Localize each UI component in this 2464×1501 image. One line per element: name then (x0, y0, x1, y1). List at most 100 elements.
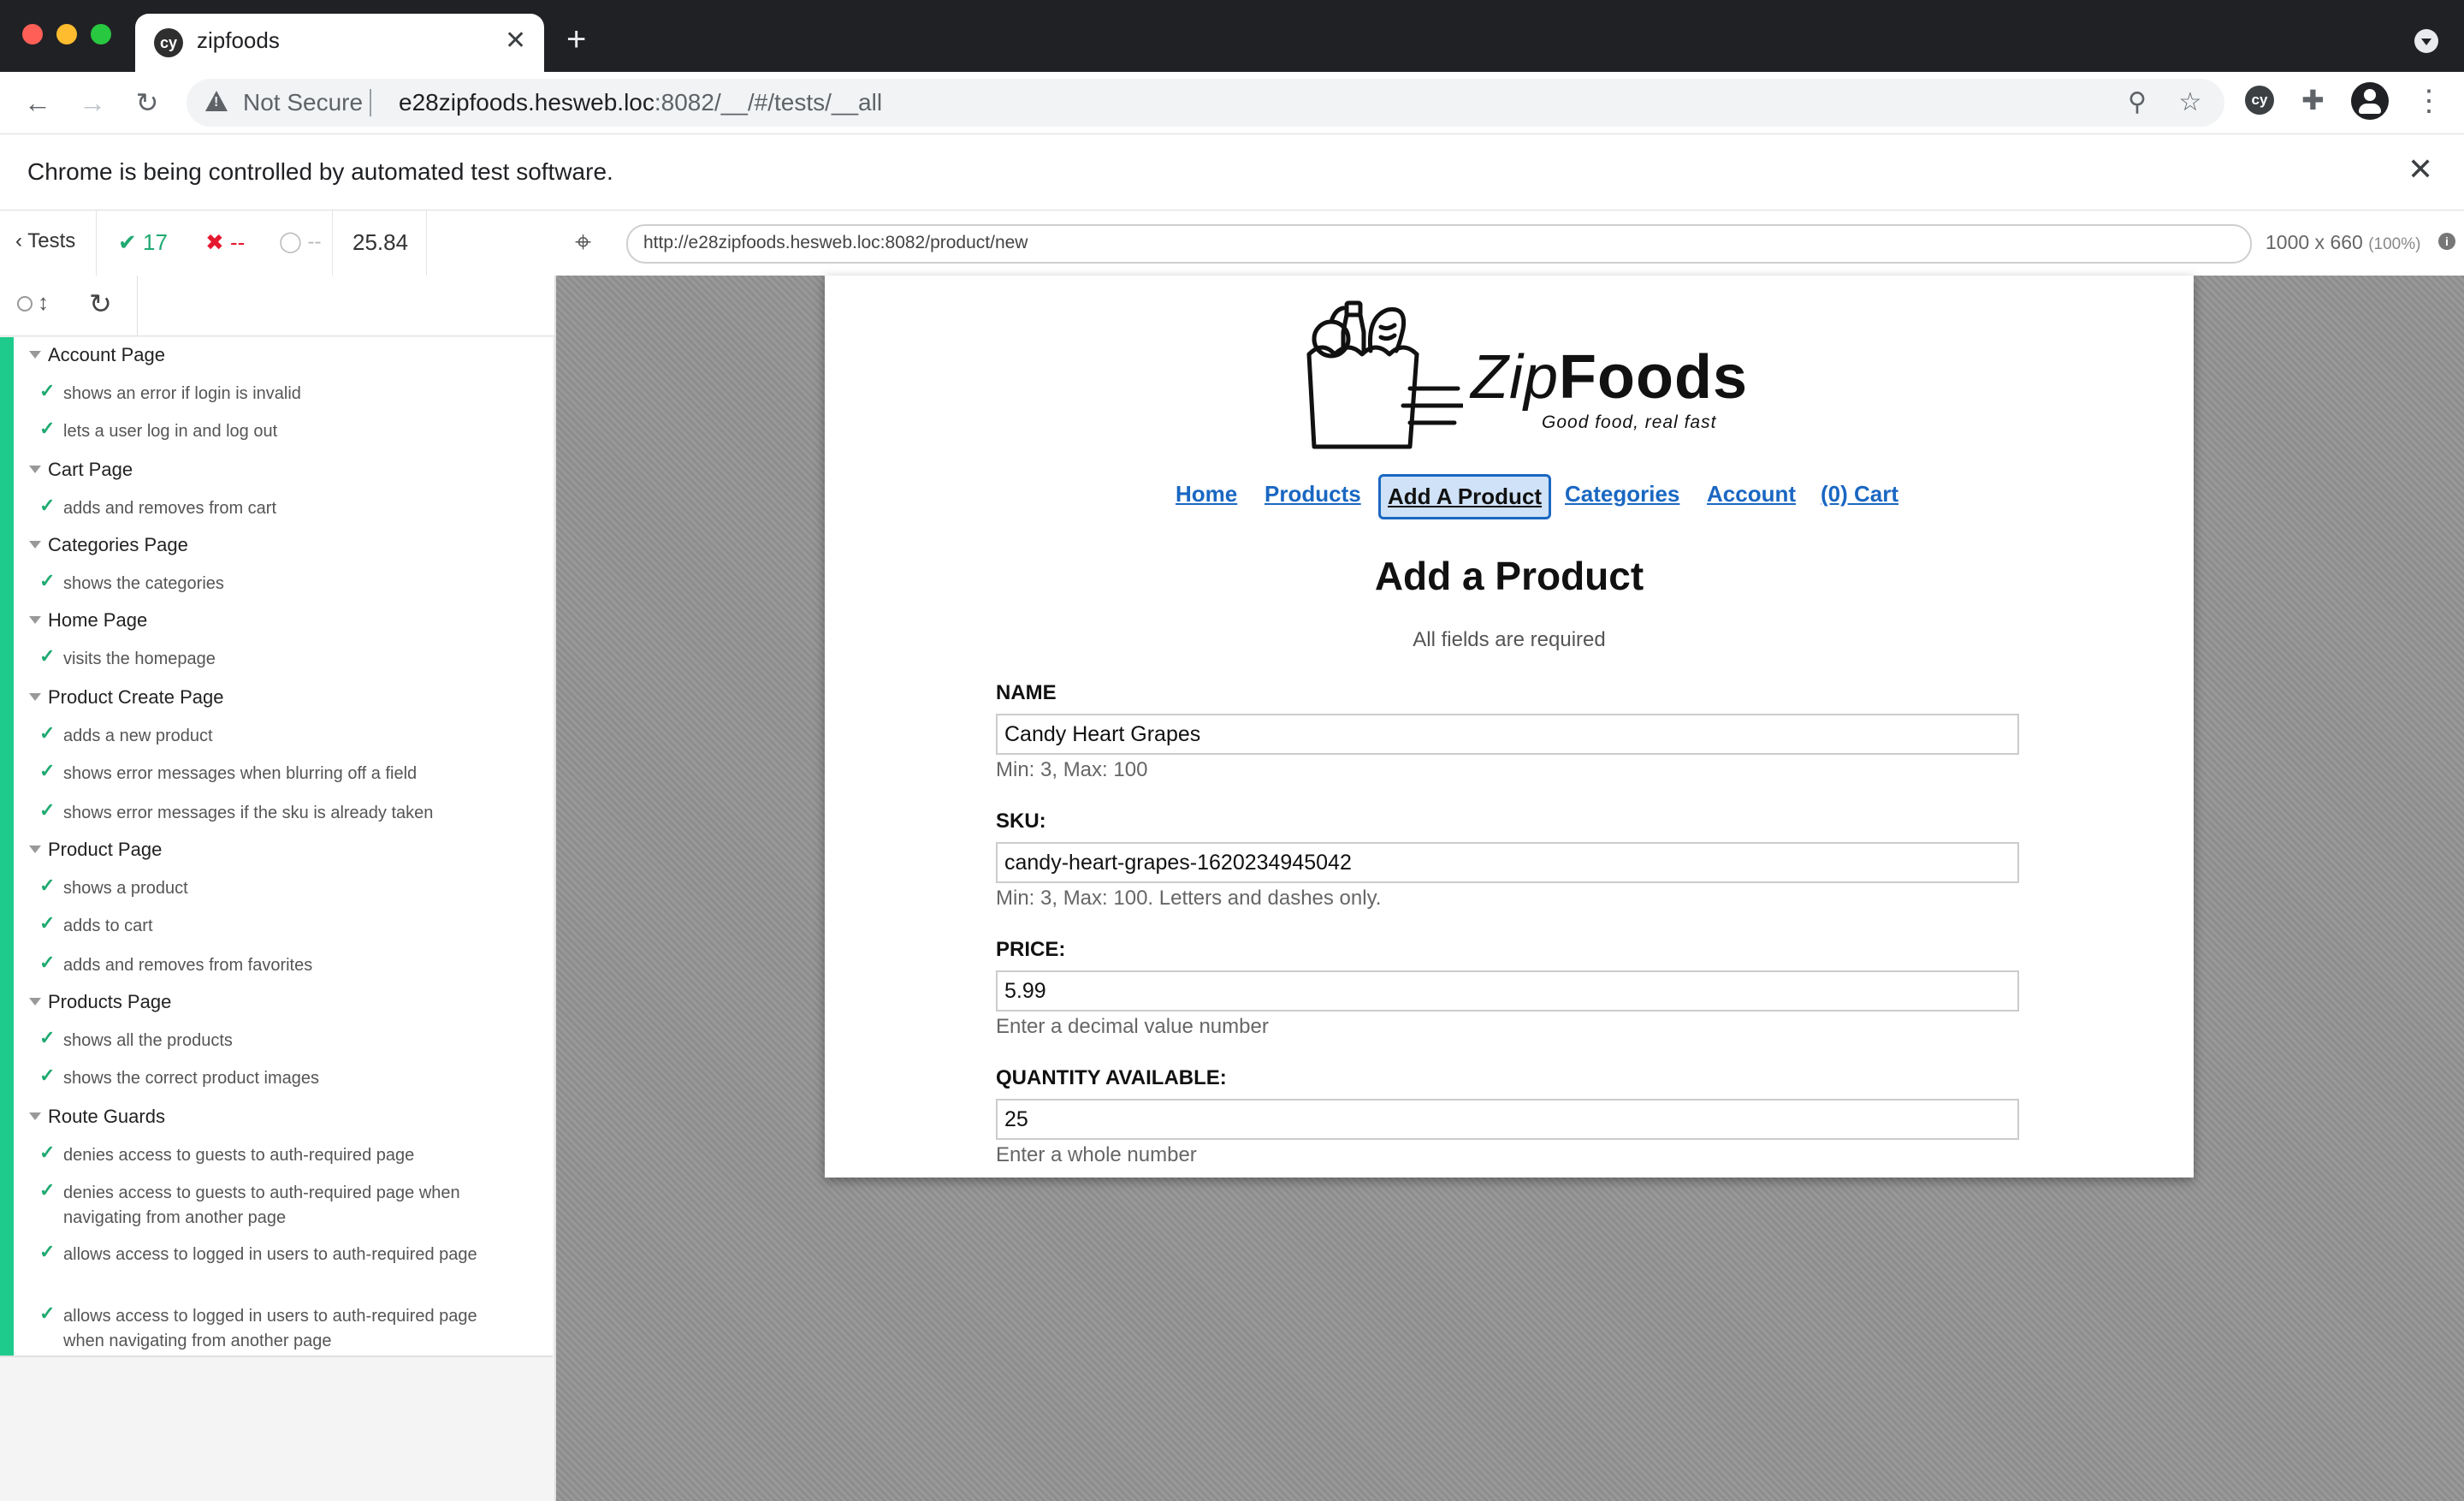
infobar-close-icon[interactable]: ✕ (2408, 151, 2433, 187)
zoom-icon[interactable]: ⚲ (2122, 87, 2153, 118)
suite-title: Home Page (48, 609, 148, 631)
browser-titlebar: cy zipfoods ✕ + (0, 0, 2464, 72)
check-icon: ✓ (39, 799, 56, 821)
sku-field[interactable] (996, 842, 2019, 883)
check-icon: ✓ (39, 1142, 56, 1163)
check-icon: ✓ (39, 495, 56, 516)
browser-tab[interactable]: cy zipfoods ✕ (135, 14, 544, 72)
nav-cart[interactable]: (0) Cart (1821, 481, 1898, 507)
new-tab-button[interactable]: + (566, 22, 586, 56)
tab-search-button[interactable] (2414, 29, 2438, 53)
cypress-reporter: ↕ ↻ Account Page ✓ shows an error if log… (0, 276, 556, 1501)
suite-title: Cart Page (48, 459, 133, 480)
rerun-tests-icon[interactable]: ↻ (89, 288, 112, 320)
logo-wordmark: ZipFoods (1471, 342, 1748, 412)
bookmark-star-icon[interactable]: ☆ (2175, 87, 2206, 118)
browser-toolbar: ← → ↻ Not Secure e28zipfoods.hesweb.loc:… (0, 72, 2464, 134)
close-icon[interactable]: ✕ (505, 24, 526, 58)
duration-cell: 25.84 (332, 211, 427, 276)
failed-count: -- (230, 229, 246, 255)
sku-hint: Min: 3, Max: 100. Letters and dashes onl… (996, 887, 1382, 910)
check-icon: ✓ (39, 1179, 56, 1201)
name-field[interactable] (996, 714, 2019, 755)
test-title: adds a new product (63, 727, 213, 745)
test-title: adds and removes from cart (63, 499, 276, 518)
test-title: shows the correct product images (63, 1069, 320, 1088)
nav-categories[interactable]: Categories (1565, 481, 1679, 507)
collapse-arrow-icon (29, 998, 41, 1006)
extensions-puzzle-icon[interactable]: ✚ (2301, 84, 2325, 116)
nav-home[interactable]: Home (1176, 481, 1237, 507)
check-icon: ✓ (39, 875, 56, 896)
auto-scroll-toggle-icon[interactable] (17, 296, 33, 311)
price-field[interactable] (996, 970, 2019, 1012)
url-text[interactable]: e28zipfoods.hesweb.loc:8082/__/#/tests/_… (399, 89, 882, 116)
name-label: NAME (996, 681, 1057, 704)
test-title: shows all the products (63, 1031, 233, 1050)
nav-add-product[interactable]: Add A Product (1378, 474, 1552, 519)
pending-circle-icon: ◯ (279, 230, 308, 253)
viewport-info[interactable]: 1000 x 660 (100%) (2266, 231, 2420, 254)
test-title: lets a user log in and log out (63, 422, 278, 441)
test-title: denies access to guests to auth-required… (63, 1184, 460, 1227)
collapse-arrow-icon (29, 541, 41, 549)
nav-account[interactable]: Account (1707, 481, 1796, 507)
quantity-field[interactable] (996, 1099, 2019, 1140)
aut-url-bar[interactable]: http://e28zipfoods.hesweb.loc:8082/produ… (626, 224, 2252, 264)
test-title: shows the categories (63, 574, 224, 593)
tests-link[interactable]: ‹ Tests (15, 229, 75, 253)
controls-cell: ↕ (0, 276, 138, 335)
quantity-hint: Enter a whole number (996, 1143, 1197, 1166)
nav-products[interactable]: Products (1265, 481, 1361, 507)
collapse-arrow-icon (29, 466, 41, 473)
tab-title: zipfoods (197, 27, 280, 53)
check-icon: ✓ (39, 380, 56, 401)
runnable-list: Account Page ✓ shows an error if login i… (0, 337, 553, 1357)
sku-label: SKU: (996, 810, 1046, 833)
price-hint: Enter a decimal value number (996, 1015, 1269, 1038)
name-hint: Min: 3, Max: 100 (996, 758, 1148, 781)
close-window-button[interactable] (22, 24, 43, 44)
test-title: visits the homepage (63, 650, 216, 668)
minimize-window-button[interactable] (56, 24, 77, 44)
info-icon[interactable]: i (2438, 233, 2455, 250)
suite-title: Categories Page (48, 534, 188, 555)
cypress-header: ‹ Tests ✔ 17 ✖ -- ◯ -- 25.84 ⌖ http://e2… (0, 211, 2464, 276)
stats-cell: ✔ 17 ✖ -- ◯ -- (96, 211, 333, 276)
maximize-window-button[interactable] (91, 24, 111, 44)
check-icon: ✓ (39, 722, 56, 744)
infobar-message: Chrome is being controlled by automated … (27, 158, 613, 185)
logo-foods: Foods (1559, 343, 1748, 412)
reload-icon[interactable]: ↻ (128, 84, 166, 122)
reporter-controls: ↕ ↻ (0, 276, 554, 336)
address-bar[interactable]: Not Secure e28zipfoods.hesweb.loc:8082/_… (187, 79, 2224, 127)
browser-menu-icon[interactable]: ⋮ (2414, 82, 2443, 120)
divider (370, 89, 371, 116)
check-icon: ✓ (39, 760, 56, 781)
test-title: shows an error if login is invalid (63, 384, 301, 403)
test-title: denies access to guests to auth-required… (63, 1146, 415, 1165)
cypress-favicon-icon: cy (154, 28, 183, 57)
selector-playground-crosshair-icon[interactable]: ⌖ (575, 226, 591, 259)
x-icon: ✖ (205, 229, 231, 255)
cypress-extension-icon[interactable]: cy (2245, 86, 2274, 115)
collapse-arrow-icon (29, 351, 41, 359)
aut-url-text: http://e28zipfoods.hesweb.loc:8082/produ… (643, 233, 1028, 252)
test-title: adds to cart (63, 917, 153, 935)
test-title: shows a product (63, 879, 188, 898)
scroll-arrows-icon[interactable]: ↕ (38, 289, 49, 316)
forward-arrow-icon[interactable]: → (74, 84, 111, 122)
check-icon: ✓ (39, 952, 56, 973)
automation-infobar: Chrome is being controlled by automated … (0, 134, 2464, 211)
test-title: allows access to logged in users to auth… (63, 1307, 477, 1350)
not-secure-label[interactable]: Not Secure (243, 89, 363, 116)
back-arrow-icon[interactable]: ← (19, 84, 56, 122)
chevron-left-icon: ‹ (15, 229, 28, 252)
warning-icon[interactable] (205, 91, 228, 111)
viewport-scale: (100%) (2368, 235, 2421, 253)
logo-tagline: Good food, real fast (1542, 412, 1717, 432)
url-host: e28zipfoods.hesweb.loc (399, 89, 654, 116)
profile-avatar-icon[interactable] (2351, 82, 2389, 120)
duration: 25.84 (352, 229, 409, 255)
test-title: shows error messages when blurring off a… (63, 764, 418, 783)
